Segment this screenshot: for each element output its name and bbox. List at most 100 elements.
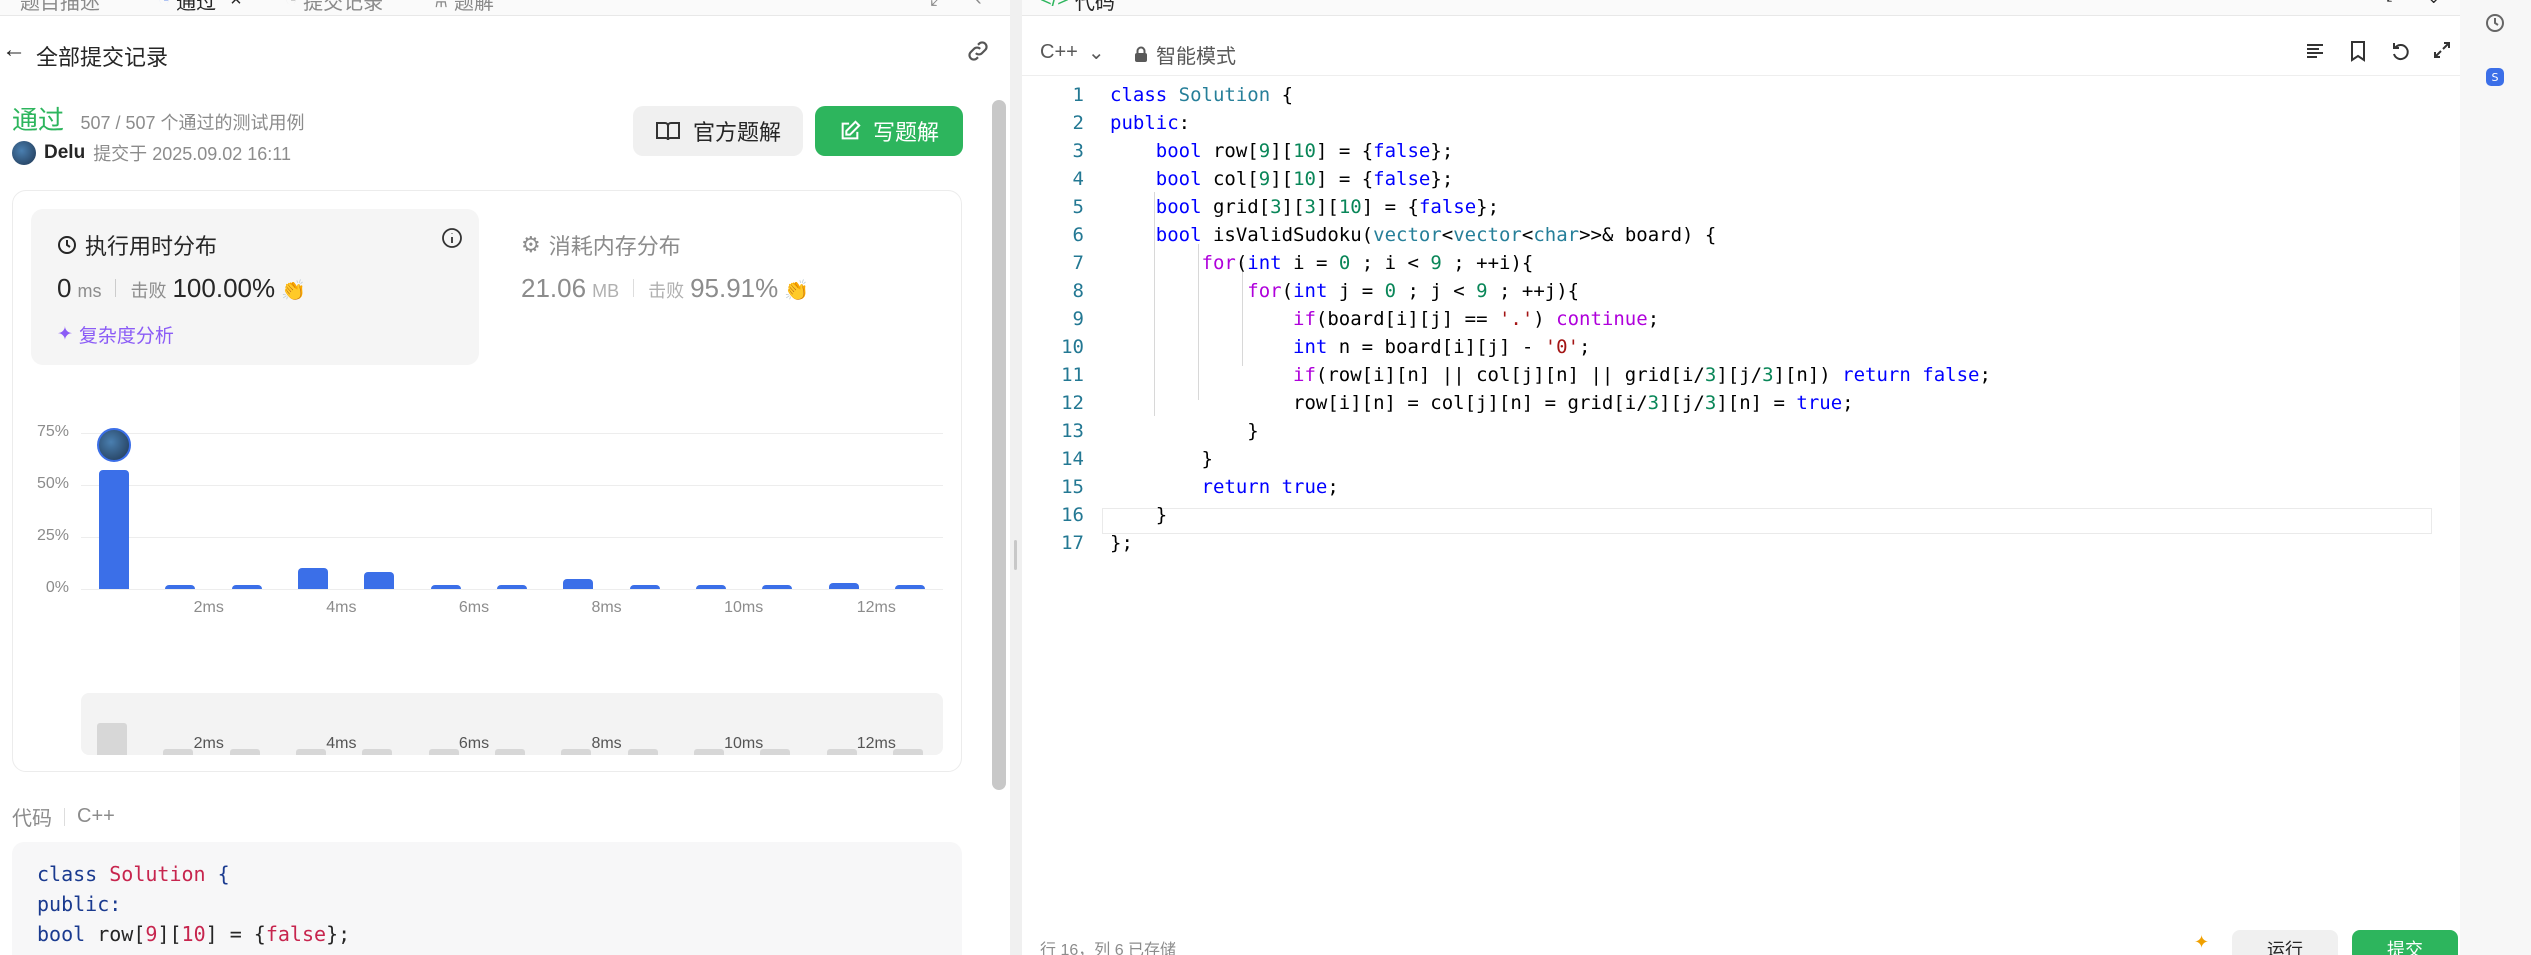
tab-submissions[interactable]: ◔ 提交记录 [285,0,383,15]
maximize-icon[interactable]: ⤢ [2386,0,2399,6]
code-line[interactable]: for(int i = 0 ; i < 9 ; ++i){ [1110,252,1534,274]
close-icon[interactable]: × [230,0,242,12]
bar[interactable] [894,584,925,589]
gridline [81,537,943,538]
tab-solutions-label: 题解 [453,0,494,14]
submit-label: 提交 [2387,940,2423,955]
bar[interactable] [762,584,793,589]
code-line[interactable]: } [1110,420,1258,442]
y-tick-label: 25% [36,527,69,544]
line-number: 13 [1061,420,1084,442]
editor-tab[interactable]: </> 代码 [1040,0,1115,15]
bar[interactable] [563,578,594,589]
x-tick-label: 2ms [193,599,224,616]
complexity-link[interactable]: ✦ 复杂度分析 [57,321,174,348]
code-line[interactable]: row[i][n] = col[j][n] = grid[i/3][j/3][n… [1110,392,1854,414]
memory-values: 21.06 MB 击败 95.91% 👏 [521,273,809,304]
code-line[interactable]: } [1110,504,1167,526]
tab-description-label: 题目描述 [20,0,100,14]
code-line[interactable]: bool col[9][10] = {false}; [1110,168,1454,190]
back-row: ← 全部提交记录 [0,32,1010,72]
expand-icon[interactable]: ⤢ [930,0,946,11]
close-icon[interactable]: ⌄ [2427,0,2440,8]
line-number: 16 [1061,504,1084,526]
bar[interactable] [828,582,859,589]
bar[interactable] [364,572,395,589]
code-line[interactable]: bool row[9][10] = {false}; [1110,140,1454,162]
note-icon[interactable]: S [2484,66,2506,88]
tab-solutions[interactable]: ⚗ 题解 [430,0,494,15]
line-number: 17 [1061,532,1084,554]
line-number: 12 [1061,392,1084,414]
bar[interactable] [497,584,527,589]
bar[interactable] [165,584,196,589]
link-icon[interactable] [965,38,991,64]
fullscreen-icon[interactable] [2432,40,2452,60]
bar[interactable] [430,584,461,589]
code-line[interactable]: }; [1110,532,1133,554]
code-line[interactable]: class Solution { [1110,84,1293,106]
bar[interactable] [99,470,130,589]
tab-description[interactable]: 题目描述 [20,0,100,15]
submit-time: 提交于 2025.09.02 16:11 [93,144,291,164]
panel-splitter[interactable] [1010,0,1022,955]
overview-bar [693,749,724,755]
bar[interactable] [231,584,262,589]
overview-bar [163,749,194,755]
runtime-title: 执行用时分布 [85,234,218,259]
code-line[interactable]: int n = board[i][j] - '0'; [1110,336,1590,358]
sparkle-icon[interactable]: ✦ [2194,932,2209,953]
lock-icon [1134,46,1148,63]
code-icon: </> [1040,0,1069,11]
language-select[interactable]: C++ ⌄ [1040,40,1105,65]
overview-tick-label: 10ms [724,735,764,752]
code-editor[interactable]: 1 class Solution {2 public: 3 bool row[9][1… [1022,84,2432,918]
bookmark-icon[interactable] [2348,40,2368,62]
code-editor-panel: </> 代码 ⤢ ⌄ C++ ⌄ 智能模式 [1022,0,2460,955]
code-line[interactable]: if(board[i][j] == '.') continue; [1110,308,1659,330]
overview-bar [97,723,128,755]
all-submissions-link[interactable]: 全部提交记录 [36,40,168,72]
clap-icon: 👏 [281,280,307,302]
bar[interactable] [695,584,726,589]
code-line[interactable]: return true; [1110,476,1339,498]
official-solution-button[interactable]: 官方题解 [633,106,803,156]
language-value: C++ [1040,41,1078,63]
tab-accepted[interactable]: ◔ 通过 × [158,0,242,15]
bar[interactable] [629,584,660,589]
result-header: 通过 507 / 507 个通过的测试用例 [12,100,305,137]
back-arrow-icon[interactable]: ← [2,36,26,64]
code-line[interactable]: } [1110,448,1213,470]
code-line[interactable]: public: [1110,112,1190,134]
runtime-distribution-chart: 75% 50% 25% 0% 2ms 4ms 6ms 8ms 10ms 12ms [13,381,963,621]
overview-bar [495,749,525,755]
history-icon[interactable] [2484,12,2506,34]
left-scrollbar[interactable] [992,100,1006,790]
memory-tab[interactable]: ⚙ 消耗内存分布 [521,229,681,261]
username[interactable]: Delu [44,142,85,164]
reset-icon[interactable] [2390,40,2412,62]
current-line-highlight [1102,508,2432,534]
code-line[interactable]: for(int j = 0 ; j < 9 ; ++j){ [1110,280,1579,302]
editor-status-bar: 行 16，列 6 已存储 ✦ 运行 提交 [1022,930,2460,955]
run-button[interactable]: 运行 [2232,930,2338,955]
editor-tab-label: 代码 [1074,0,1115,14]
avatar[interactable] [12,141,36,165]
runtime-overview-range[interactable]: 2ms 4ms 6ms 8ms 10ms 12ms [81,693,943,755]
code-line[interactable]: bool grid[3][3][10] = {false}; [1110,196,1499,218]
code-line[interactable]: bool isValidSudoku(vector<vector<char>>&… [1110,224,1717,246]
memory-beats-label: 击败 [648,281,685,301]
submit-button[interactable]: 提交 [2352,930,2458,955]
collapse-icon[interactable]: ‹ [975,0,982,11]
your-result-avatar[interactable] [97,428,132,463]
write-solution-label: 写题解 [872,120,939,145]
info-icon[interactable] [441,227,463,249]
x-tick-label: 12ms [856,599,896,616]
bar[interactable] [298,568,329,589]
runtime-stat-box[interactable]: 执行用时分布 0 ms 击败 100.00% 👏 ✦ 复杂度分析 [31,209,479,365]
line-number: 3 [1072,140,1084,162]
write-solution-button[interactable]: 写题解 [815,106,963,156]
format-icon[interactable] [2304,40,2326,62]
code-line[interactable]: if(row[i][n] || col[j][n] || grid[i/3][j… [1110,364,1991,386]
smart-mode-toggle[interactable]: 智能模式 [1134,40,1236,69]
